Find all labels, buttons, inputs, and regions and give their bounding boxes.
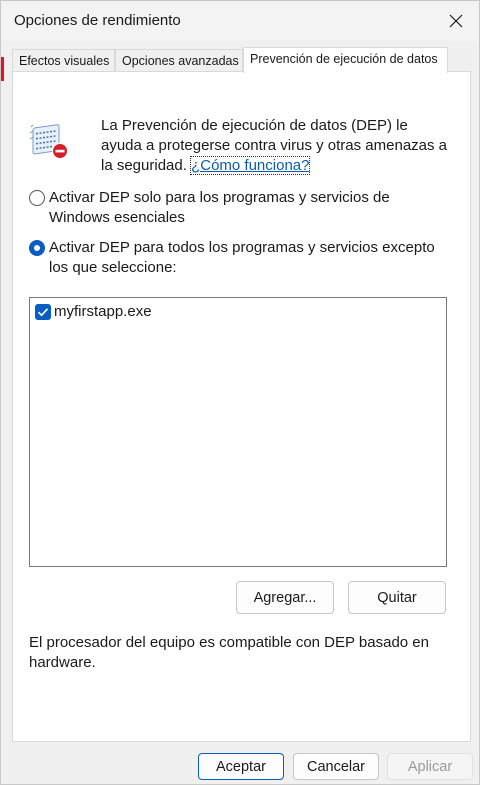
tab-label: Efectos visuales: [19, 54, 110, 68]
close-button[interactable]: [433, 1, 479, 41]
tab-label: Prevención de ejecución de datos: [250, 52, 438, 66]
radio-all-except-label: Activar DEP para todos los programas y s…: [49, 239, 435, 276]
tab-label: Opciones avanzadas: [122, 54, 239, 68]
how-it-works-link[interactable]: ¿Cómo funciona?: [190, 156, 311, 175]
dep-shield-icon: [29, 124, 68, 159]
add-button[interactable]: Agregar...: [236, 581, 334, 614]
radio-button-unchecked[interactable]: [29, 190, 45, 206]
dep-description: La Prevención de ejecución de datos (DEP…: [101, 116, 451, 176]
tab-data-execution-prevention[interactable]: Prevención de ejecución de datos: [243, 47, 448, 73]
performance-options-window: Opciones de rendimiento Efectos visuales…: [0, 0, 480, 785]
apply-button[interactable]: Aplicar: [387, 753, 473, 780]
tab-visual-effects[interactable]: Efectos visuales: [12, 49, 115, 72]
ok-button[interactable]: Aceptar: [198, 753, 284, 780]
radio-essential-only-label: Activar DEP solo para los programas y se…: [49, 189, 390, 226]
background-window-edge: [1, 57, 4, 81]
title-bar: Opciones de rendimiento: [1, 1, 479, 41]
checkbox-checked[interactable]: [35, 304, 51, 320]
window-title: Opciones de rendimiento: [14, 12, 181, 29]
checkmark-icon: [37, 308, 49, 317]
list-item-label: myfirstapp.exe: [54, 303, 152, 320]
remove-button[interactable]: Quitar: [348, 581, 446, 614]
tab-advanced-options[interactable]: Opciones avanzadas: [115, 49, 243, 72]
cancel-button[interactable]: Cancelar: [293, 753, 379, 780]
hardware-support-note: El procesador del equipo es compatible c…: [29, 634, 429, 671]
radio-button-checked[interactable]: [29, 240, 45, 256]
exceptions-listbox[interactable]: myfirstapp.exe: [29, 297, 447, 567]
close-icon: [449, 14, 463, 28]
